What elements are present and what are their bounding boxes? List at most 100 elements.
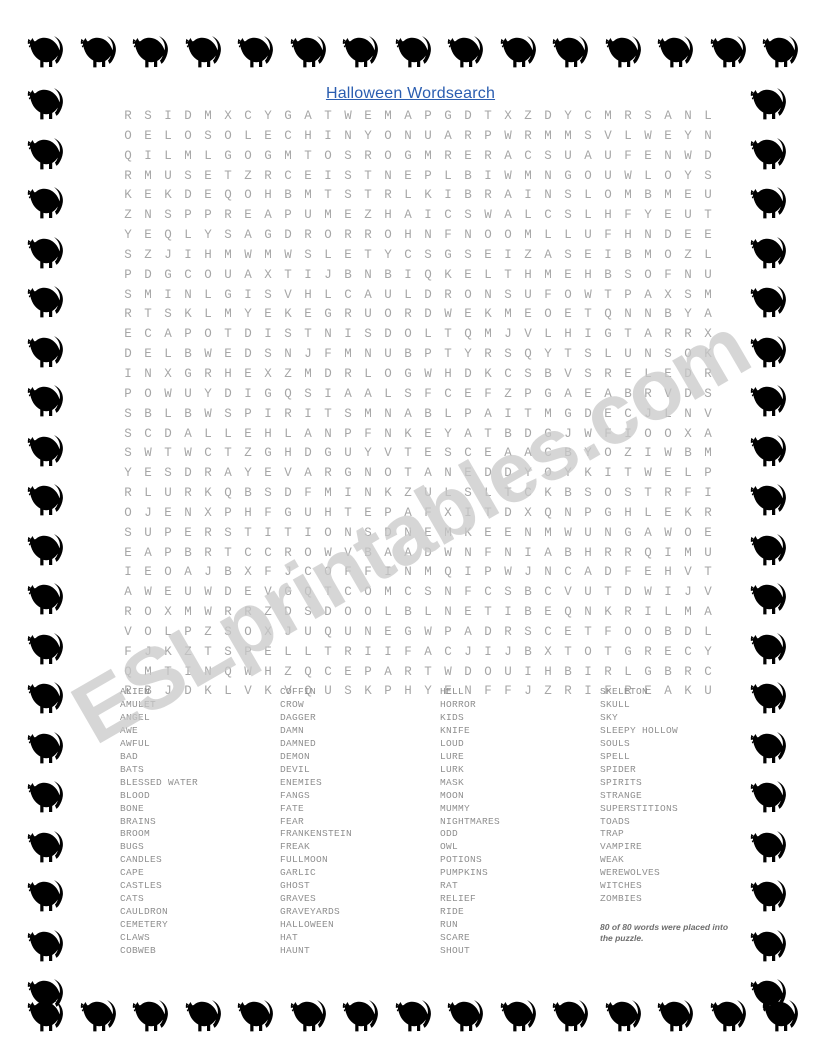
grid-row[interactable]: RSIDMXCYGATWEMAPGDTXZDYCMRSANL	[118, 107, 718, 127]
grid-cell[interactable]: X	[538, 643, 558, 663]
grid-cell[interactable]: D	[478, 623, 498, 643]
grid-cell[interactable]: E	[358, 107, 378, 127]
grid-cell[interactable]: S	[178, 167, 198, 187]
grid-cell[interactable]: R	[218, 603, 238, 623]
grid-cell[interactable]: G	[158, 266, 178, 286]
grid-cell[interactable]: U	[678, 206, 698, 226]
grid-cell[interactable]: D	[458, 365, 478, 385]
grid-cell[interactable]: N	[338, 127, 358, 147]
grid-cell[interactable]: A	[418, 464, 438, 484]
grid-cell[interactable]: S	[158, 305, 178, 325]
grid-cell[interactable]: Q	[218, 663, 238, 683]
grid-cell[interactable]: T	[698, 206, 718, 226]
grid-row[interactable]: SZJIHMWMWSLETYCSGSEIZASEIBMOZL	[118, 246, 718, 266]
grid-row[interactable]: QMTINQWHZQCEPARTWDOUIHBIRLGBRC	[118, 663, 718, 683]
grid-cell[interactable]: B	[398, 345, 418, 365]
grid-cell[interactable]: T	[518, 405, 538, 425]
grid-cell[interactable]: P	[118, 266, 138, 286]
word-list-item[interactable]: CATS	[120, 893, 280, 906]
grid-cell[interactable]: O	[338, 603, 358, 623]
grid-cell[interactable]: D	[218, 385, 238, 405]
grid-cell[interactable]: I	[158, 107, 178, 127]
grid-cell[interactable]: F	[618, 206, 638, 226]
grid-cell[interactable]: U	[498, 663, 518, 683]
word-list-item[interactable]: BLESSED WATER	[120, 777, 280, 790]
grid-cell[interactable]: I	[298, 266, 318, 286]
grid-cell[interactable]: U	[178, 385, 198, 405]
grid-cell[interactable]: D	[458, 663, 478, 683]
grid-cell[interactable]: W	[618, 167, 638, 187]
grid-cell[interactable]: I	[258, 325, 278, 345]
grid-cell[interactable]: I	[158, 286, 178, 306]
grid-cell[interactable]: M	[518, 167, 538, 187]
grid-cell[interactable]: K	[578, 464, 598, 484]
grid-cell[interactable]: I	[338, 325, 358, 345]
grid-cell[interactable]: Z	[118, 206, 138, 226]
grid-cell[interactable]: D	[498, 504, 518, 524]
grid-cell[interactable]: R	[658, 484, 678, 504]
grid-cell[interactable]: S	[558, 186, 578, 206]
grid-cell[interactable]: S	[458, 246, 478, 266]
grid-cell[interactable]: S	[118, 425, 138, 445]
grid-cell[interactable]: M	[478, 325, 498, 345]
grid-cell[interactable]: A	[398, 405, 418, 425]
grid-cell[interactable]: G	[398, 623, 418, 643]
grid-cell[interactable]: T	[238, 524, 258, 544]
grid-cell[interactable]: Z	[138, 246, 158, 266]
grid-cell[interactable]: H	[298, 127, 318, 147]
grid-cell[interactable]: V	[558, 365, 578, 385]
grid-cell[interactable]: K	[478, 365, 498, 385]
word-list-item[interactable]: AWE	[120, 725, 280, 738]
grid-cell[interactable]: R	[338, 226, 358, 246]
grid-cell[interactable]: K	[398, 425, 418, 445]
grid-cell[interactable]: G	[218, 286, 238, 306]
grid-cell[interactable]: T	[558, 643, 578, 663]
grid-cell[interactable]: P	[238, 643, 258, 663]
grid-cell[interactable]: S	[678, 286, 698, 306]
grid-cell[interactable]: P	[418, 345, 438, 365]
grid-cell[interactable]: N	[438, 583, 458, 603]
grid-cell[interactable]: A	[138, 544, 158, 564]
grid-cell[interactable]: F	[618, 563, 638, 583]
grid-cell[interactable]: J	[518, 563, 538, 583]
grid-cell[interactable]: Z	[198, 623, 218, 643]
grid-cell[interactable]: H	[618, 504, 638, 524]
grid-cell[interactable]: R	[118, 484, 138, 504]
grid-cell[interactable]: O	[318, 147, 338, 167]
grid-cell[interactable]: H	[578, 544, 598, 564]
grid-cell[interactable]: R	[598, 663, 618, 683]
grid-row[interactable]: ZNSPPREAPUMEZHAICSWALCSLHFYEUT	[118, 206, 718, 226]
word-list-item[interactable]: AMULET	[120, 699, 280, 712]
grid-cell[interactable]: B	[518, 583, 538, 603]
grid-cell[interactable]: O	[458, 286, 478, 306]
grid-cell[interactable]: O	[118, 127, 138, 147]
grid-cell[interactable]: D	[278, 226, 298, 246]
grid-cell[interactable]: A	[518, 444, 538, 464]
grid-cell[interactable]: L	[318, 246, 338, 266]
grid-cell[interactable]: E	[558, 623, 578, 643]
grid-cell[interactable]: C	[138, 325, 158, 345]
grid-cell[interactable]: I	[498, 603, 518, 623]
grid-cell[interactable]: L	[518, 206, 538, 226]
word-list-item[interactable]: WEREWOLVES	[600, 867, 780, 880]
grid-cell[interactable]: Z	[618, 444, 638, 464]
word-list-item[interactable]: AWFUL	[120, 738, 280, 751]
word-list-item[interactable]: CAULDRON	[120, 906, 280, 919]
grid-cell[interactable]: U	[578, 226, 598, 246]
grid-cell[interactable]: R	[278, 544, 298, 564]
grid-cell[interactable]: G	[338, 464, 358, 484]
grid-cell[interactable]: L	[578, 206, 598, 226]
grid-cell[interactable]: F	[258, 504, 278, 524]
grid-cell[interactable]: U	[418, 484, 438, 504]
grid-cell[interactable]: L	[678, 464, 698, 484]
grid-cell[interactable]: R	[318, 464, 338, 484]
grid-row[interactable]: RLURKQBSDFMINKZULSLTCKBSOSTRFI	[118, 484, 718, 504]
word-list-item[interactable]: FREAK	[280, 841, 440, 854]
grid-cell[interactable]: S	[118, 246, 138, 266]
word-list-item[interactable]: OWL	[440, 841, 600, 854]
grid-cell[interactable]: P	[238, 405, 258, 425]
grid-cell[interactable]: N	[358, 623, 378, 643]
grid-cell[interactable]: T	[498, 484, 518, 504]
grid-cell[interactable]: E	[198, 186, 218, 206]
grid-cell[interactable]: E	[578, 385, 598, 405]
